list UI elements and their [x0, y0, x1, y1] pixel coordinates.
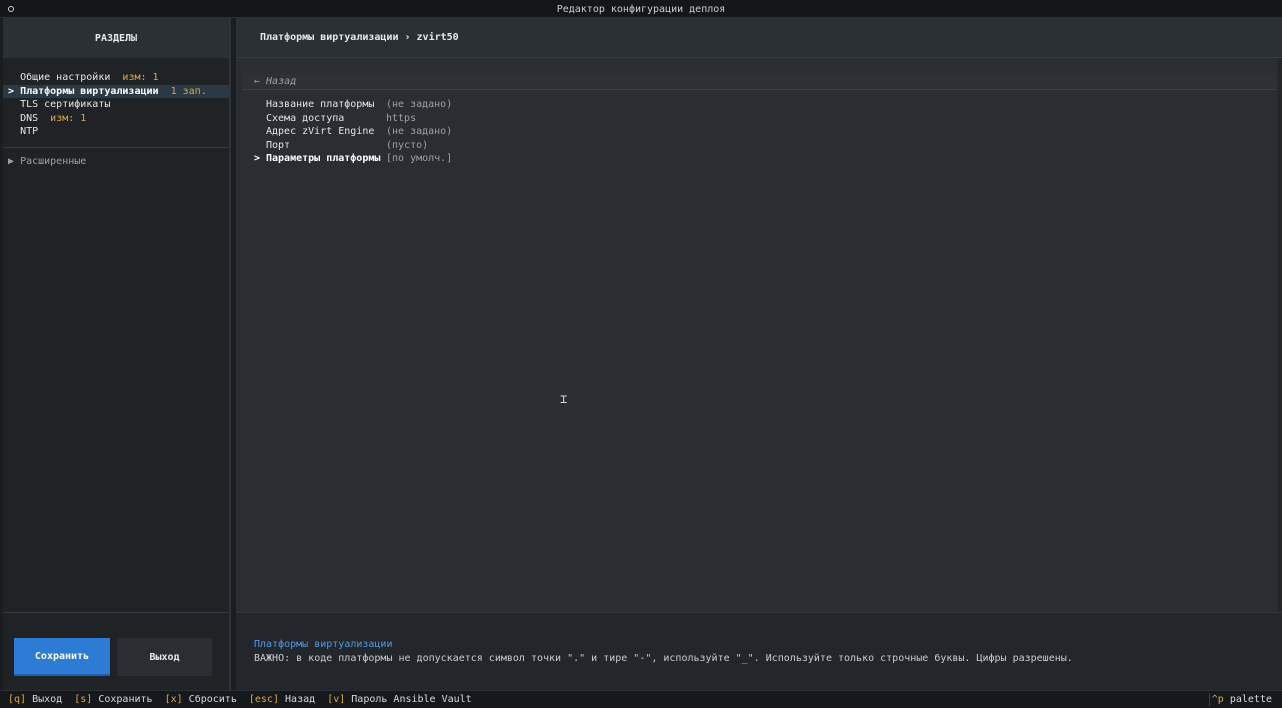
- shortcut-key: ^p: [1211, 694, 1224, 705]
- field-platform-params[interactable]: > Параметры платформы [по умолч.]: [254, 152, 452, 166]
- shortcut-key: [q]: [8, 694, 27, 705]
- back-link-row[interactable]: ← Назад: [242, 73, 1276, 90]
- shortcut-label: Назад: [285, 694, 316, 705]
- action-panel: Сохранить Выход: [3, 612, 231, 690]
- sidebar-item-label: DNS: [20, 112, 39, 124]
- shortcut-label: Пароль Ansible Vault: [351, 694, 472, 705]
- sidebar-divider: [3, 146, 229, 148]
- shortcut-quit[interactable]: [q] Выход: [8, 694, 62, 705]
- field-list: Название платформы (не задано) Схема дос…: [254, 98, 452, 166]
- sidebar-nav: Общие настройки изм: 1 > Платформы вирту…: [3, 58, 229, 168]
- footer-divider: [1209, 693, 1210, 706]
- record-badge: 1 зап.: [170, 85, 207, 97]
- shortcut-reset[interactable]: [x] Сбросить: [165, 694, 237, 705]
- sidebar-item-tls[interactable]: TLS сертификаты: [3, 98, 229, 112]
- help-panel: Платформы виртуализации ВАЖНО: в коде пл…: [236, 612, 1282, 690]
- field-access-scheme[interactable]: Схема доступа https: [254, 112, 452, 126]
- field-label: Схема доступа: [266, 112, 345, 124]
- field-value: https: [386, 112, 417, 124]
- sidebar-item-advanced[interactable]: ▶ Расширенные: [3, 155, 229, 169]
- exit-button[interactable]: Выход: [117, 638, 212, 676]
- breadcrumb: Платформы виртуализации › zvirt50: [236, 18, 1282, 58]
- field-value: [по умолч.]: [386, 153, 453, 164]
- sidebar-item-label: NTP: [20, 126, 39, 137]
- field-engine-address[interactable]: Адрес zVirt Engine (не задано): [254, 125, 452, 139]
- sidebar: РАЗДЕЛЫ Общие настройки изм: 1 > Платфор…: [3, 18, 231, 612]
- shortcut-label: palette: [1229, 694, 1272, 705]
- field-value: (не задано): [386, 126, 453, 137]
- field-marker: >: [254, 153, 261, 164]
- sidebar-item-ntp[interactable]: NTP: [3, 125, 229, 139]
- sidebar-item-dns[interactable]: DNS изм: 1: [3, 112, 229, 126]
- sidebar-item-virtualization[interactable]: > Платформы виртуализации 1 зап.: [3, 84, 229, 98]
- back-link[interactable]: ← Назад: [254, 76, 296, 87]
- shortcut-label: Выход: [32, 694, 63, 705]
- shortcut-list: [q] Выход [s] Сохранить [x] Сбросить [es…: [8, 694, 472, 705]
- shortcut-label: Сбросить: [188, 694, 237, 705]
- field-marker: [254, 125, 266, 139]
- field-label: Название платформы: [266, 99, 375, 110]
- nav-marker: [8, 72, 14, 83]
- help-title: Платформы виртуализации: [254, 639, 393, 650]
- sidebar-item-general[interactable]: Общие настройки изм: 1: [3, 71, 229, 85]
- shortcut-key: [v]: [327, 694, 346, 705]
- sidebar-item-label: Общие настройки: [20, 72, 111, 83]
- nav-marker: [8, 99, 14, 110]
- shortcut-back[interactable]: [esc] Назад: [249, 694, 315, 705]
- palette-shortcut[interactable]: ^p palette: [1212, 694, 1272, 705]
- triangle-right-icon: ▶: [8, 155, 15, 167]
- field-port[interactable]: Порт (пусто): [254, 139, 452, 153]
- shortcut-key: [s]: [74, 694, 93, 705]
- title-bar: Редактор конфигурации деплоя: [0, 0, 1282, 18]
- sidebar-header: РАЗДЕЛЫ: [3, 18, 229, 58]
- field-label: Адрес zVirt Engine: [266, 126, 375, 137]
- field-marker: [254, 139, 266, 153]
- text-cursor-icon: ⌶: [560, 392, 568, 406]
- change-badge: изм: 1: [50, 112, 87, 124]
- field-label: Параметры платформы: [266, 153, 381, 164]
- sidebar-item-label: Расширенные: [20, 155, 87, 167]
- help-text: ВАЖНО: в коде платформы не допускается с…: [254, 653, 1073, 664]
- nav-marker: [8, 113, 14, 124]
- shortcut-label: Сохранить: [98, 694, 153, 705]
- save-button[interactable]: Сохранить: [14, 638, 110, 676]
- field-marker: [254, 98, 266, 112]
- change-badge: изм: 1: [122, 72, 159, 83]
- shortcut-key: [esc]: [248, 694, 279, 705]
- sidebar-item-label: Платформы виртуализации: [20, 85, 159, 97]
- sidebar-item-label: TLS сертификаты: [20, 99, 111, 110]
- shortcut-save[interactable]: [s] Сохранить: [74, 694, 152, 705]
- field-label: Порт: [266, 139, 291, 151]
- window-title: Редактор конфигурации деплоя: [556, 4, 726, 15]
- shortcut-bar: [q] Выход [s] Сохранить [x] Сбросить [es…: [0, 690, 1282, 708]
- main-panel: Платформы виртуализации › zvirt50 ← Наза…: [236, 18, 1282, 612]
- shortcut-vault[interactable]: [v] Пароль Ansible Vault: [327, 694, 472, 705]
- field-platform-name[interactable]: Название платформы (не задано): [254, 98, 452, 112]
- nav-marker: >: [8, 85, 15, 97]
- field-value: (не задано): [386, 99, 453, 110]
- main-scrollbar[interactable]: [1278, 58, 1282, 612]
- shortcut-key: [x]: [164, 694, 183, 705]
- field-value: (пусто): [386, 139, 429, 151]
- nav-marker: [8, 126, 14, 137]
- field-marker: [254, 112, 266, 126]
